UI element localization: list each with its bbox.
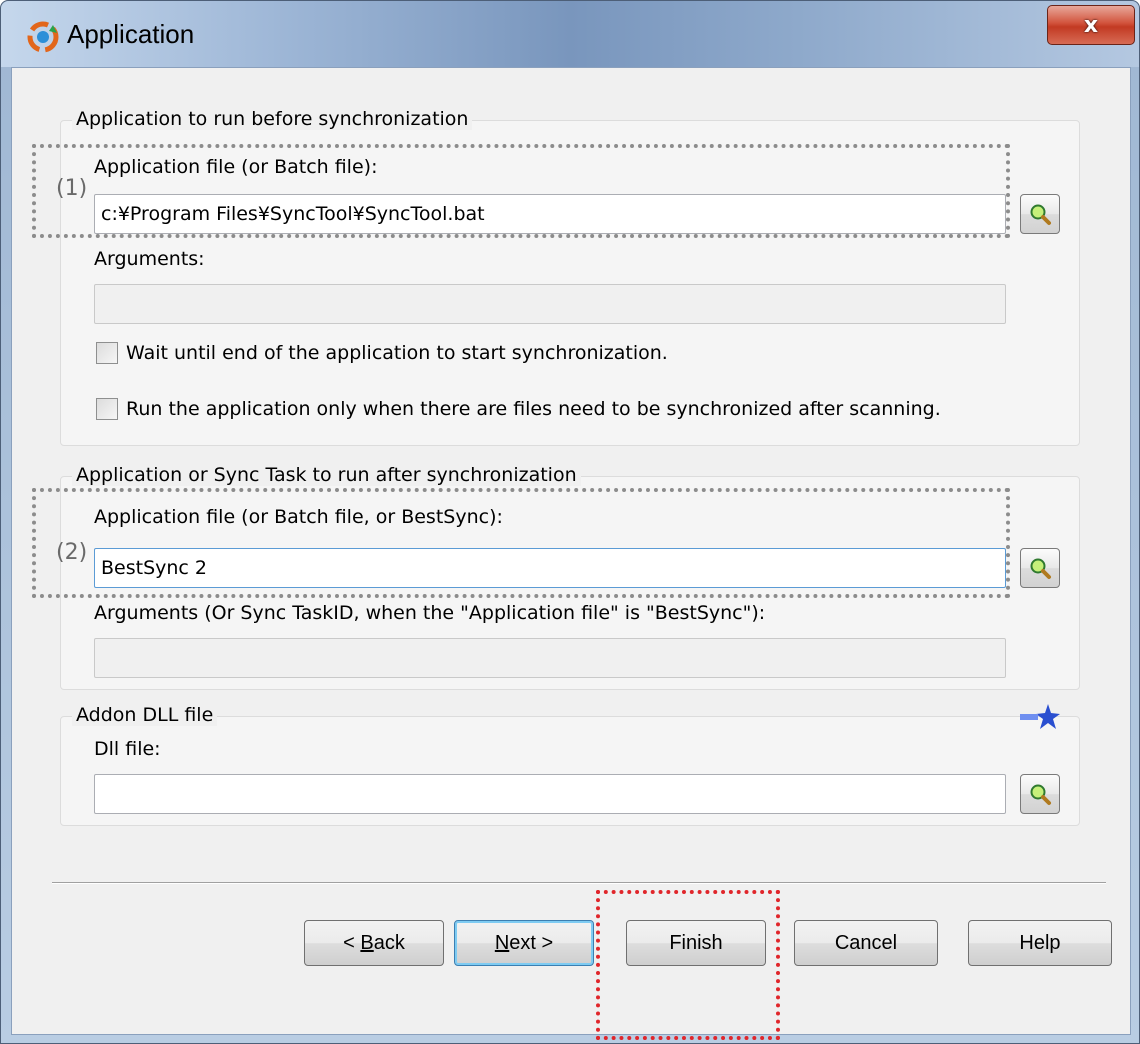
dialog-content: Application to run before synchronizatio…	[11, 67, 1131, 1040]
addon-dll-legend: Addon DLL file	[72, 704, 218, 726]
wait-until-end-checkbox[interactable]	[96, 342, 118, 364]
cancel-button[interactable]: Cancel	[794, 920, 938, 966]
help-button[interactable]: Help	[968, 920, 1112, 966]
dll-file-input[interactable]	[94, 774, 1006, 814]
dialog-window: Application x Application to run before …	[0, 0, 1140, 1044]
back-button[interactable]: < Back	[304, 920, 444, 966]
before-arguments-label: Arguments:	[94, 248, 205, 270]
back-button-prefix: <	[343, 931, 361, 954]
wait-until-end-label[interactable]: Wait until end of the application to sta…	[126, 342, 668, 364]
annotation-label-2: (2)	[56, 540, 88, 565]
close-button[interactable]: x	[1047, 5, 1135, 45]
next-button[interactable]: Next >	[454, 920, 594, 966]
dll-browse-button[interactable]	[1020, 774, 1060, 814]
app-logo-icon	[27, 21, 59, 53]
after-arguments-label: Arguments (Or Sync TaskID, when the "App…	[94, 602, 766, 624]
magnifier-icon	[1030, 784, 1051, 805]
footer-separator	[52, 882, 1106, 884]
after-sync-legend: Application or Sync Task to run after sy…	[72, 464, 581, 486]
after-arguments-input[interactable]	[94, 638, 1006, 678]
close-icon: x	[1083, 12, 1099, 38]
dll-file-label: Dll file:	[94, 738, 161, 760]
annotation-box-2	[32, 488, 1010, 598]
back-button-rest: ack	[373, 931, 405, 954]
finish-annotation-box	[596, 890, 780, 1040]
magnifier-icon	[1030, 204, 1051, 225]
after-app-browse-button[interactable]	[1020, 548, 1060, 588]
before-app-browse-button[interactable]	[1020, 194, 1060, 234]
next-button-key: N	[494, 931, 510, 954]
run-only-when-files-label[interactable]: Run the application only when there are …	[126, 398, 941, 420]
cancel-button-label: Cancel	[834, 931, 898, 954]
before-sync-legend: Application to run before synchronizatio…	[72, 108, 473, 130]
window-title: Application	[67, 19, 195, 49]
annotation-label-1: (1)	[56, 176, 88, 201]
magnifier-icon	[1030, 558, 1051, 579]
help-button-label: Help	[1019, 931, 1061, 954]
annotation-box-1	[32, 144, 1010, 238]
before-arguments-input[interactable]	[94, 284, 1006, 324]
run-only-when-files-checkbox[interactable]	[96, 398, 118, 420]
next-button-rest: ext >	[509, 931, 554, 954]
title-bar[interactable]: Application	[1, 1, 1139, 67]
back-button-key: B	[360, 931, 374, 954]
star-badge-icon	[1020, 704, 1060, 729]
